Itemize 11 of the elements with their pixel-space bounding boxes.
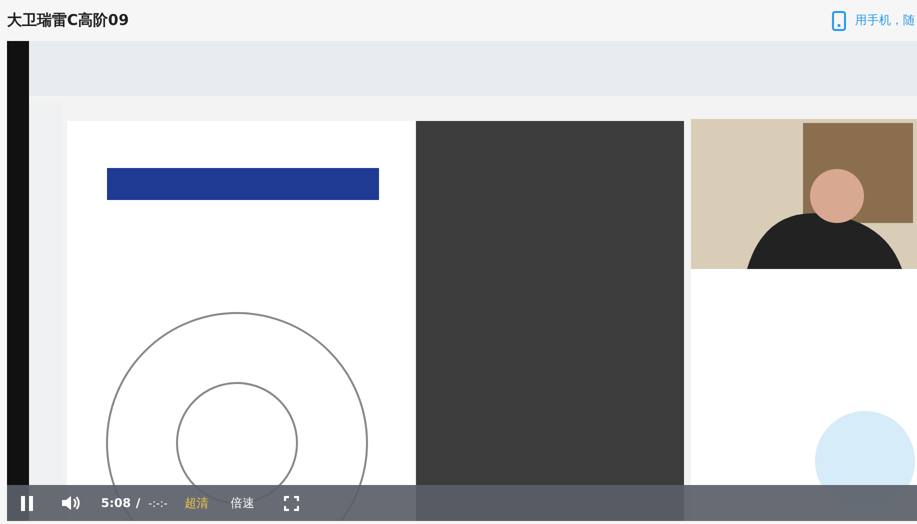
pause-button[interactable] (21, 496, 34, 510)
page-title: 大卫瑞雷C高阶09 (7, 11, 129, 30)
duration: -:-:- (148, 496, 168, 510)
phone-link[interactable]: 用手机，随 (832, 10, 915, 30)
fullscreen-button[interactable] (284, 496, 299, 510)
time-separator: / (136, 496, 140, 510)
speed-button[interactable]: 倍速 (230, 494, 255, 512)
volume-button[interactable] (62, 495, 81, 511)
quality-button[interactable]: 超清 (184, 494, 209, 512)
current-time: 5:08 (101, 496, 131, 510)
phone-icon (832, 10, 846, 30)
